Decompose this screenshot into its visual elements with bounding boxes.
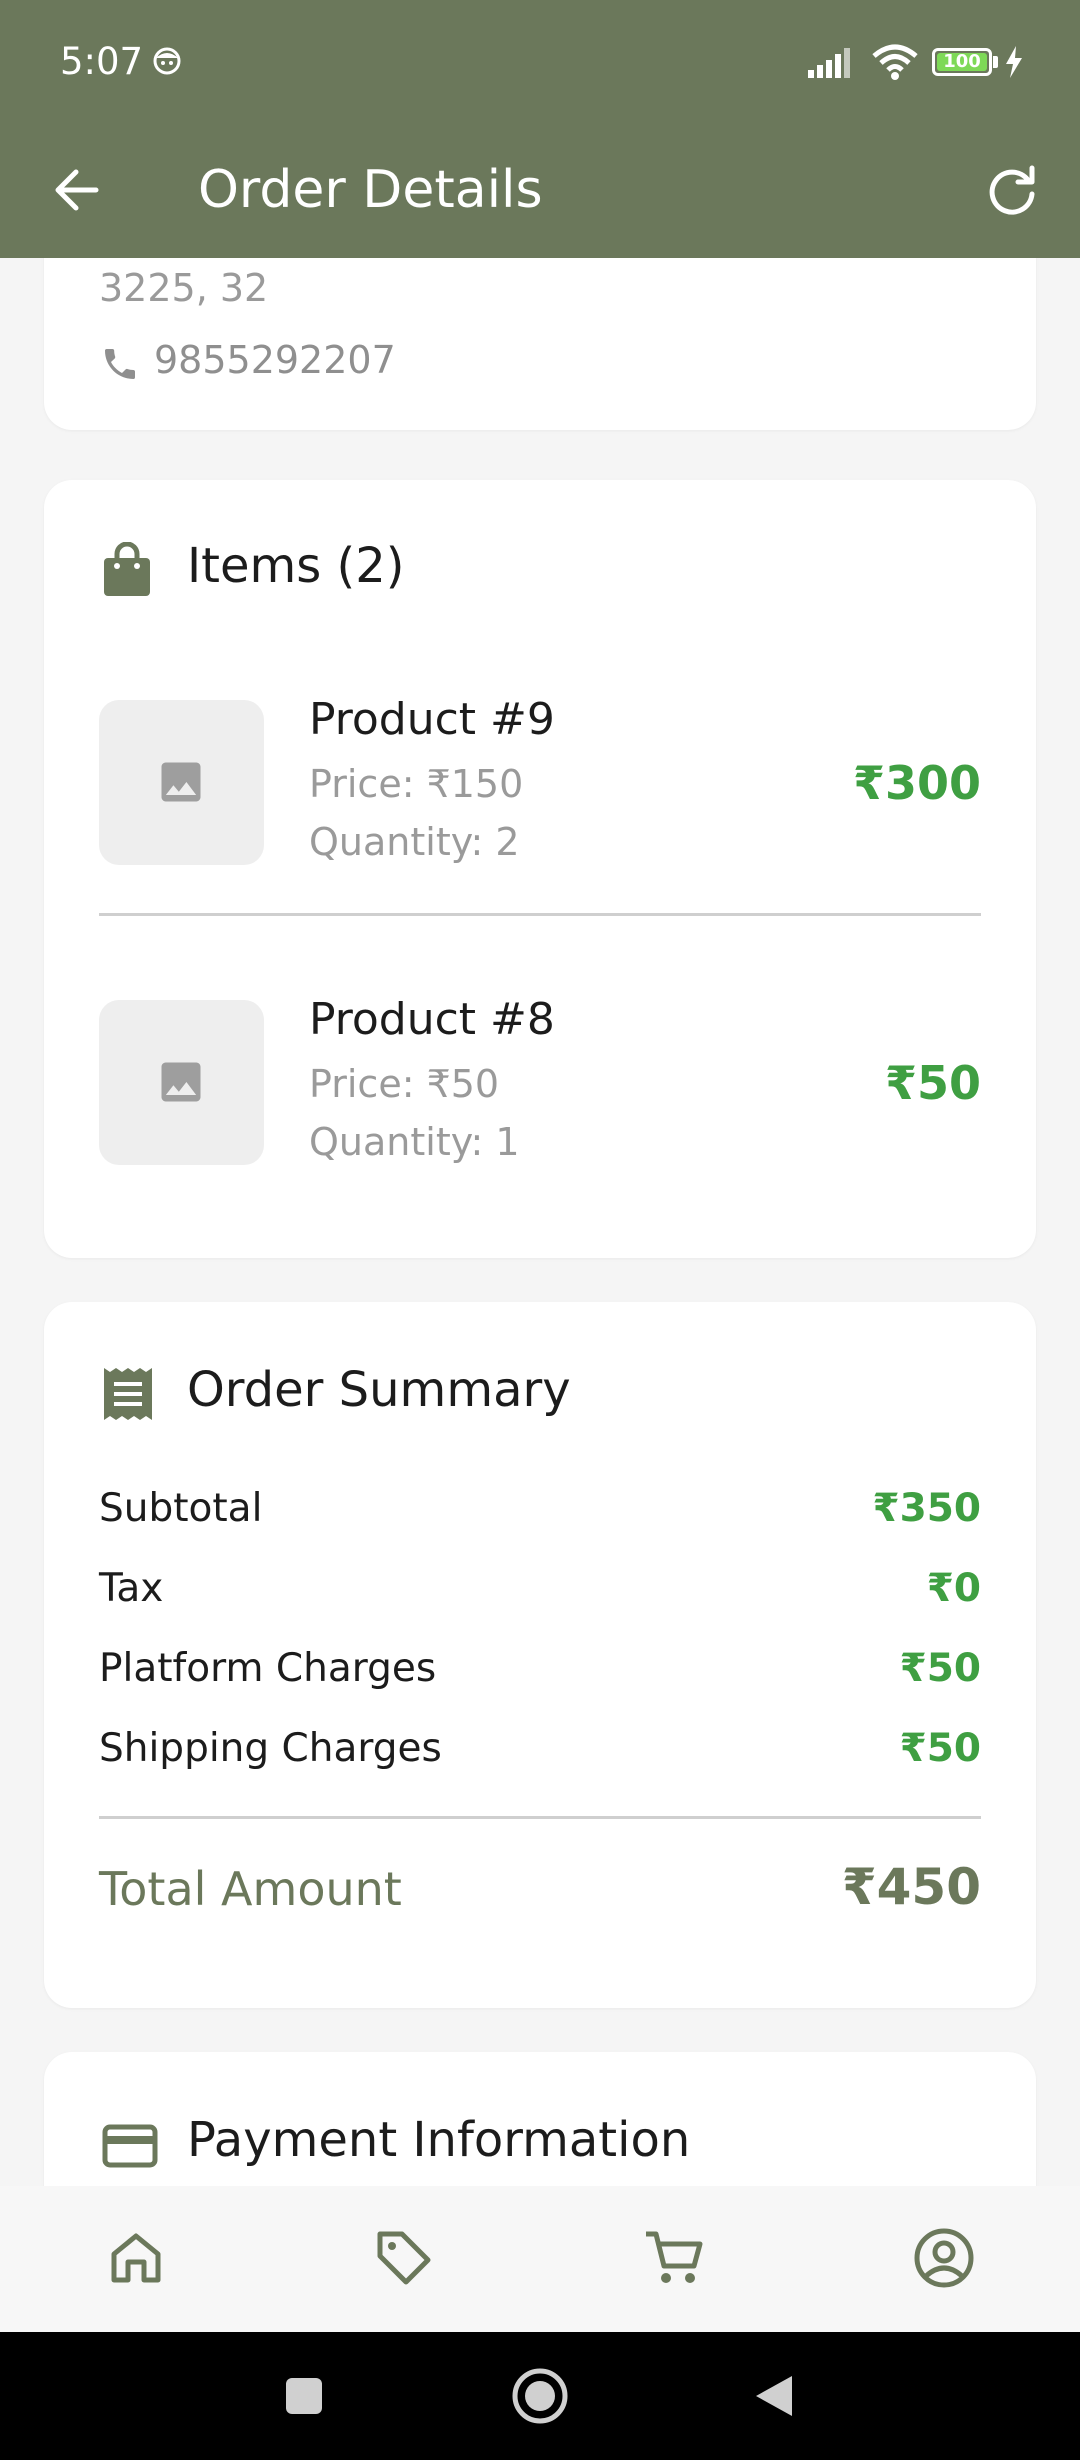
credit-card-icon: [102, 2124, 158, 2172]
bottom-navigation: [0, 2186, 1080, 2332]
summary-value: ₹350: [872, 1486, 981, 1531]
circle-icon: [512, 2368, 568, 2424]
image-placeholder-icon: [161, 1062, 201, 1102]
summary-label: Tax: [99, 1566, 164, 1611]
list-item[interactable]: Product #8 Price: ₹50 Quantity: 1 ₹50: [99, 994, 981, 1170]
back-system-button[interactable]: [752, 2374, 796, 2422]
square-icon: [286, 2378, 322, 2414]
home-icon: [111, 2233, 161, 2283]
phone-icon: [100, 344, 140, 388]
product-name: Product #9: [309, 694, 555, 745]
status-time: 5:07: [60, 40, 144, 83]
product-price: Price: ₹150: [309, 762, 524, 806]
product-quantity: Quantity: 1: [309, 1120, 520, 1164]
payment-information-card: Payment Information: [44, 2052, 1036, 2186]
refresh-button[interactable]: [980, 158, 1044, 222]
order-content[interactable]: 3225, 32 9855292207 Items (2) Product #9…: [0, 258, 1080, 2186]
charging-bolt-icon: [1004, 46, 1024, 82]
tag-icon: [377, 2231, 431, 2285]
total-amount-label: Total Amount: [99, 1862, 402, 1916]
face-icon: [152, 46, 182, 80]
product-price: Price: ₹50: [309, 1062, 500, 1106]
product-thumbnail: [99, 1000, 264, 1165]
summary-row-subtotal: Subtotal ₹350: [99, 1486, 981, 1536]
arrow-left-icon: [55, 169, 99, 211]
summary-row-tax: Tax ₹0: [99, 1566, 981, 1616]
status-bar: 5:07 100: [0, 0, 1080, 128]
payment-information-title: Payment Information: [187, 2112, 691, 2168]
summary-label: Shipping Charges: [99, 1726, 442, 1771]
product-name: Product #8: [309, 994, 555, 1045]
triangle-back-icon: [756, 2376, 792, 2416]
nav-offers-button[interactable]: [372, 2226, 436, 2290]
order-summary-card: Order Summary Subtotal ₹350 Tax ₹0 Platf…: [44, 1302, 1036, 2008]
battery-tip: [993, 56, 998, 68]
home-system-button[interactable]: [510, 2366, 570, 2430]
account-icon: [914, 2228, 974, 2288]
back-button[interactable]: [46, 158, 110, 222]
address-line: 3225, 32: [99, 266, 269, 310]
product-total: ₹300: [852, 756, 981, 810]
recents-button[interactable]: [284, 2376, 324, 2420]
summary-divider: [99, 1816, 981, 1819]
summary-value: ₹50: [899, 1646, 981, 1691]
list-item[interactable]: Product #9 Price: ₹150 Quantity: 2 ₹300: [99, 694, 981, 870]
phone-number: 9855292207: [154, 338, 396, 382]
summary-row-shipping-charges: Shipping Charges ₹50: [99, 1726, 981, 1776]
summary-row-platform-charges: Platform Charges ₹50: [99, 1646, 981, 1696]
receipt-icon: [102, 1366, 154, 1426]
summary-label: Subtotal: [99, 1486, 263, 1531]
summary-label: Platform Charges: [99, 1646, 437, 1691]
app-bar: Order Details: [0, 128, 1080, 258]
summary-value: ₹0: [926, 1566, 981, 1611]
product-quantity: Quantity: 2: [309, 820, 520, 864]
order-summary-title: Order Summary: [187, 1362, 571, 1418]
system-navigation-bar: [0, 2332, 1080, 2460]
summary-value: ₹50: [899, 1726, 981, 1771]
shopping-bag-icon: [102, 541, 152, 602]
cart-icon: [646, 2231, 703, 2283]
item-divider: [99, 913, 981, 916]
refresh-icon: [989, 165, 1035, 215]
items-title: Items (2): [187, 538, 405, 594]
nav-cart-button[interactable]: [642, 2226, 706, 2290]
total-amount-value: ₹450: [841, 1858, 981, 1916]
image-placeholder-icon: [161, 762, 201, 802]
nav-home-button[interactable]: [104, 2226, 168, 2290]
nav-account-button[interactable]: [912, 2226, 976, 2290]
battery-level: 100: [937, 53, 987, 71]
page-title: Order Details: [198, 160, 543, 220]
battery-icon: 100: [932, 48, 992, 76]
signal-icon: [808, 48, 858, 82]
wifi-icon: [872, 44, 918, 84]
items-card: Items (2) Product #9 Price: ₹150 Quantit…: [44, 480, 1036, 1258]
shipping-address-card: 3225, 32 9855292207: [44, 258, 1036, 430]
product-total: ₹50: [884, 1056, 981, 1110]
product-thumbnail: [99, 700, 264, 865]
